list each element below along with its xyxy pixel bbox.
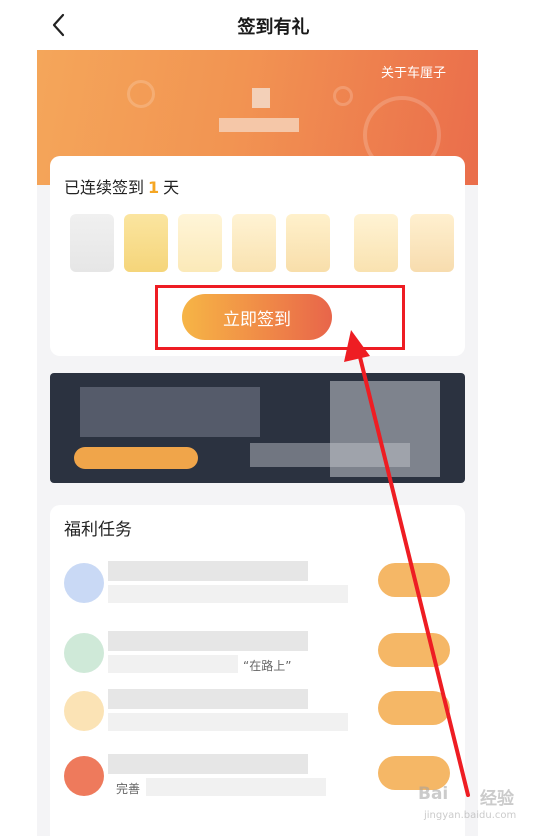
annotation-arrow-icon [344,330,470,797]
watermark-brand: Bai [418,784,449,804]
watermark-brand-cn: 经验 [480,789,514,809]
watermark-url: jingyan.baidu.com [424,810,517,821]
watermark: Bai 经验 jingyan.baidu.com [418,780,543,830]
